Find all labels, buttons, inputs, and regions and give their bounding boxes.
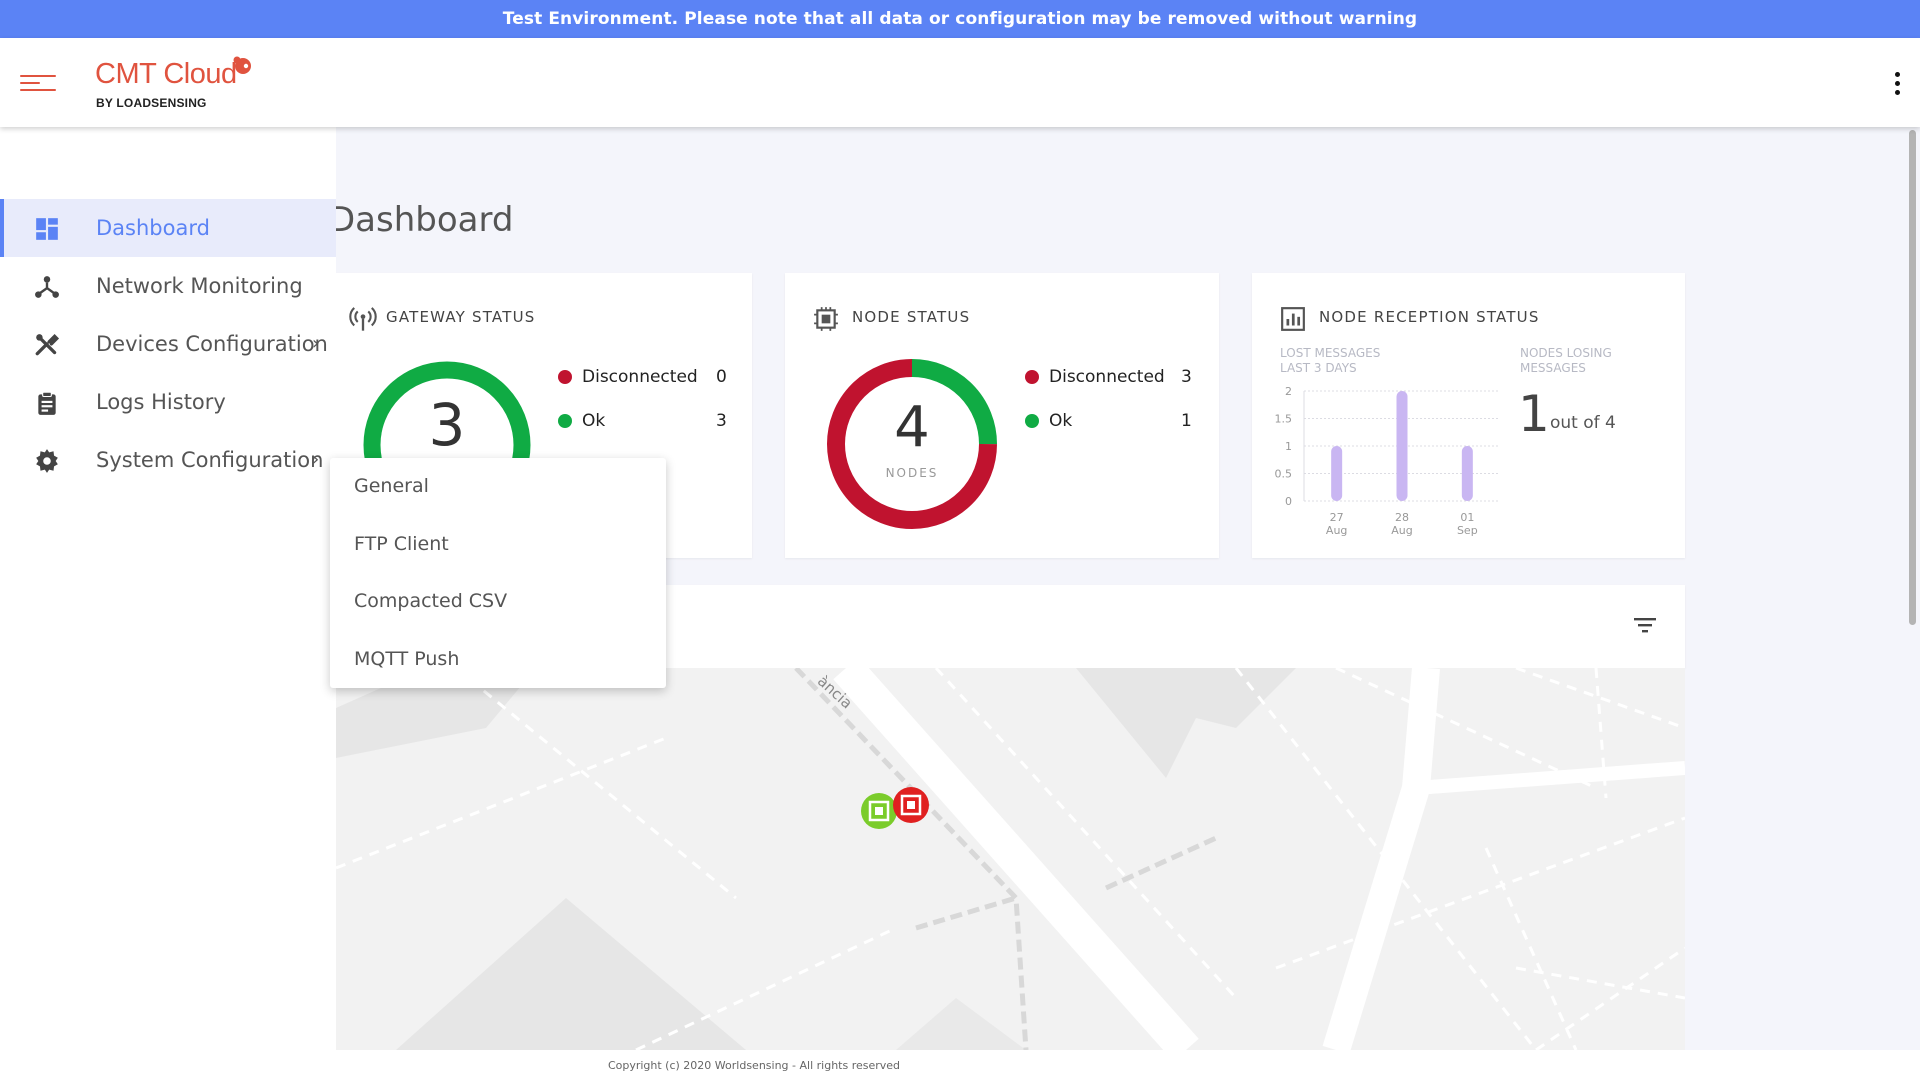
x-tick-label: 01 [1460, 511, 1474, 524]
chip-icon [814, 307, 838, 331]
menu-toggle-icon[interactable] [20, 71, 56, 93]
sidebar-item-label: System Configuration [96, 448, 324, 472]
map-streets [336, 668, 1685, 1050]
nodes-unit-label: NODES [885, 466, 939, 480]
copyright-text: Copyright (c) 2020 Worldsensing - All ri… [607, 1058, 901, 1072]
filter-icon[interactable] [1633, 615, 1657, 635]
more-options-icon[interactable] [1892, 72, 1902, 96]
footer: Copyright (c) 2020 Worldsensing - All ri… [336, 1050, 1920, 1080]
node-status-title: NODE STATUS [852, 308, 971, 326]
nodes-losing-suffix: out of 4 [1550, 413, 1616, 433]
submenu-item-mqtt-push[interactable]: MQTT Push [354, 648, 459, 670]
node-ok-count: 1 [1181, 411, 1192, 431]
node-disconnected-marker-icon[interactable] [892, 786, 930, 824]
test-environment-banner: Test Environment. Please note that all d… [0, 0, 1920, 38]
gateway-status-title: GATEWAY STATUS [386, 308, 536, 326]
devices-map[interactable]: ància [336, 668, 1685, 1050]
sidebar-item-label: Logs History [96, 390, 226, 414]
bar [1461, 446, 1473, 501]
sidebar-item-label: Dashboard [96, 216, 210, 240]
gateway-disconnected-count: 0 [716, 367, 727, 387]
chevron-right-icon: › [312, 333, 320, 354]
ok-dot-icon [1025, 414, 1039, 428]
x-tick-label: Aug [1326, 524, 1347, 537]
lost-messages-bar-chart: 00.511.5227Aug28Aug01Sep [1275, 385, 1500, 537]
top-app-bar: CMT Cloud BY LOADSENSING [0, 38, 1920, 127]
y-tick-label: 0.5 [1275, 468, 1293, 481]
node-disconnected-count: 3 [1181, 367, 1192, 387]
system-configuration-submenu: General FTP Client Compacted CSV MQTT Pu… [330, 458, 666, 688]
gateway-legend-disconnected: Disconnected [558, 367, 698, 387]
sidebar-item-network-monitoring[interactable]: Network Monitoring [0, 257, 336, 315]
logo-mark-icon [233, 56, 251, 74]
sidebar-item-logs-history[interactable]: Logs History [0, 373, 336, 431]
banner-text: Test Environment. Please note that all d… [502, 9, 1418, 29]
sidebar-item-devices-configuration[interactable]: Devices Configuration › [0, 315, 336, 373]
disconnected-dot-icon [558, 370, 572, 384]
x-tick-label: 27 [1330, 511, 1344, 524]
logo-subtext: BY LOADSENSING [96, 96, 207, 110]
nodes-losing-count: 1 [1518, 385, 1550, 443]
node-reception-status-card: NODE RECEPTION STATUS LOST MESSAGES LAST… [1252, 273, 1685, 558]
y-tick-label: 2 [1285, 385, 1292, 398]
y-tick-label: 1 [1285, 440, 1292, 453]
bar [1331, 446, 1343, 501]
sidebar-item-label: Devices Configuration [96, 332, 328, 356]
submenu-item-ftp-client[interactable]: FTP Client [354, 533, 449, 555]
nodes-losing-label: NODES LOSING MESSAGES [1520, 346, 1612, 375]
sidebar-item-system-configuration[interactable]: System Configuration › [0, 431, 336, 489]
disconnected-dot-icon [1025, 370, 1039, 384]
submenu-item-general[interactable]: General [354, 475, 429, 497]
page-title: Dashboard [329, 200, 514, 240]
network-icon [35, 276, 59, 298]
node-legend-ok: Ok [1025, 411, 1072, 431]
bar [1396, 391, 1408, 501]
y-tick-label: 0 [1285, 495, 1292, 508]
tools-icon [35, 334, 60, 356]
sidebar-item-dashboard[interactable]: Dashboard [0, 199, 336, 257]
cmt-cloud-logo[interactable]: CMT Cloud BY LOADSENSING [95, 56, 265, 118]
submenu-item-compacted-csv[interactable]: Compacted CSV [354, 590, 507, 612]
x-tick-label: Sep [1457, 524, 1478, 537]
sidebar-item-label: Network Monitoring [96, 274, 303, 298]
chevron-right-icon: › [312, 449, 320, 470]
ok-dot-icon [558, 414, 572, 428]
dashboard-icon [36, 218, 58, 240]
y-tick-label: 1.5 [1275, 413, 1293, 426]
gateway-legend-ok: Ok [558, 411, 605, 431]
clipboard-icon [38, 391, 56, 415]
scrollbar-thumb[interactable] [1909, 130, 1916, 625]
node-total-count: 4 [894, 395, 930, 460]
antenna-icon [349, 307, 377, 331]
node-status-card: NODE STATUS 4 NODES Disconnected 3 Ok 1 [785, 273, 1219, 558]
x-tick-label: 28 [1395, 511, 1409, 524]
gear-icon [36, 449, 58, 473]
gateway-total-count: 3 [428, 391, 466, 459]
gateway-ok-count: 3 [716, 411, 727, 431]
x-tick-label: Aug [1391, 524, 1412, 537]
node-legend-disconnected: Disconnected [1025, 367, 1165, 387]
logo-text: CMT Cloud [95, 58, 237, 90]
sidebar: Dashboard Network Monitoring Devices Con… [0, 127, 336, 1080]
